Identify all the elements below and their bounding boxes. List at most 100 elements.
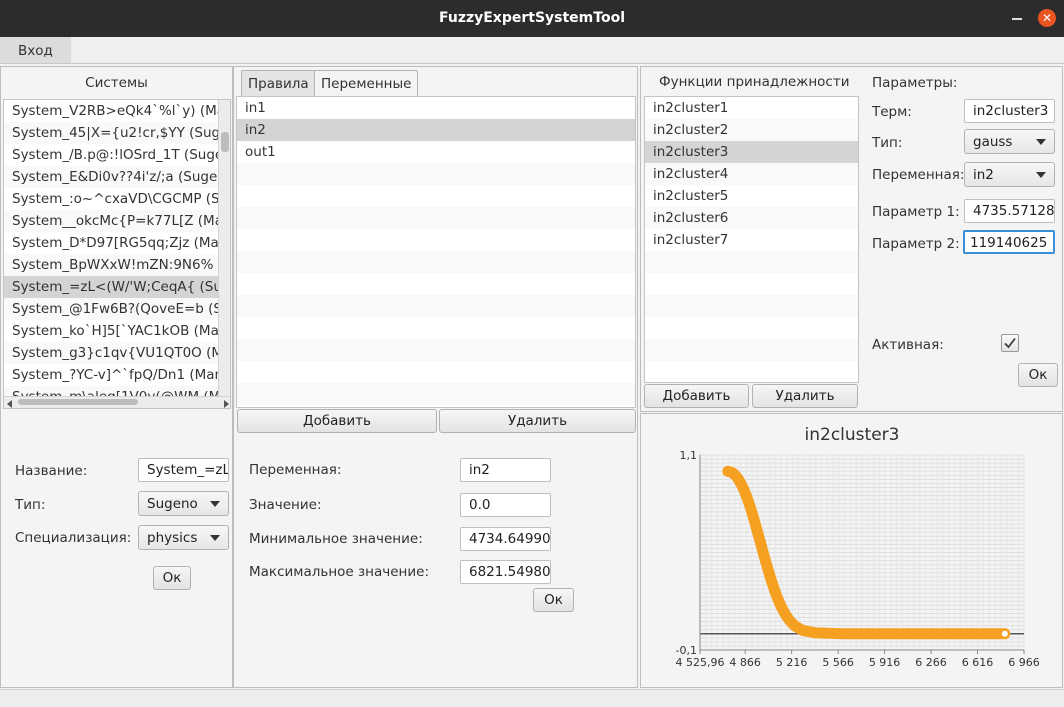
- membership-chart: in2cluster3 1,1-0,14 525,96 4 866 5 216 5 5…: [676, 425, 1040, 669]
- chevron-down-icon: [210, 501, 220, 507]
- variables-list-row: [237, 383, 635, 405]
- membership-list-row: [645, 339, 858, 361]
- variables-list-row[interactable]: out1: [237, 141, 635, 163]
- add-membership-button[interactable]: Добавить: [644, 384, 749, 408]
- membership-list-row[interactable]: in2cluster5: [645, 185, 858, 207]
- systems-list-row[interactable]: System_?YC-v]^`fpQ/Dn1 (Mam: [4, 364, 230, 386]
- systems-list-row[interactable]: System_ko`H]5[`YAC1kOB (Mar: [4, 320, 230, 342]
- term-input[interactable]: in2cluster3: [964, 99, 1055, 123]
- systems-panel: Системы System_V2RB>eQk4`%l`y) (Ma System…: [0, 66, 233, 688]
- variable-value-label: Значение:: [249, 497, 322, 513]
- systems-vscroll[interactable]: [218, 100, 230, 396]
- membership-list-row[interactable]: in2cluster4: [645, 163, 858, 185]
- param-variable-select[interactable]: in2: [964, 162, 1055, 187]
- systems-vscroll-thumb[interactable]: [221, 132, 229, 152]
- params-ok-button[interactable]: Ок: [1018, 363, 1058, 387]
- minimize-icon[interactable]: [1010, 10, 1024, 24]
- active-checkbox[interactable]: [1001, 334, 1019, 352]
- system-type-value: Sugeno: [147, 496, 198, 512]
- close-icon[interactable]: ✕: [1038, 9, 1056, 27]
- variables-list-row[interactable]: in1: [237, 97, 635, 119]
- param-type-label: Тип:: [872, 135, 903, 151]
- systems-list-row[interactable]: System_E&Di0v??4i'z/;a (Sugen: [4, 166, 230, 188]
- systems-list-row[interactable]: System_BpWXxW!mZN:9N6% (: [4, 254, 230, 276]
- variables-list-row: [237, 361, 635, 383]
- systems-hscroll-thumb[interactable]: [18, 399, 138, 405]
- delete-membership-button[interactable]: Удалить: [752, 384, 858, 408]
- menubar: Вход: [0, 37, 1064, 64]
- x-tick-label: 5 916: [869, 656, 901, 669]
- systems-list[interactable]: System_V2RB>eQk4`%l`y) (Ma System_45|X={u…: [3, 99, 231, 409]
- membership-list-row[interactable]: in2cluster7: [645, 229, 858, 251]
- systems-hscroll[interactable]: [4, 396, 230, 408]
- variables-list-row[interactable]: in2: [237, 119, 635, 141]
- x-tick-label: 6 616: [962, 656, 994, 669]
- param-variable-label: Переменная:: [872, 167, 965, 183]
- x-tick-label: 6 966: [1008, 656, 1040, 669]
- menu-login[interactable]: Вход: [0, 37, 71, 63]
- system-name-input[interactable]: System_=zL: [138, 458, 229, 482]
- system-spec-select[interactable]: physics: [138, 525, 229, 550]
- membership-list-row[interactable]: in2cluster6: [645, 207, 858, 229]
- systems-list-row[interactable]: System_45|X={u2!cr,$YY (Suge: [4, 122, 230, 144]
- param2-label: Параметр 2:: [872, 236, 960, 252]
- x-tick-label: 4 525,96: [676, 656, 725, 669]
- x-tick-label: 6 266: [915, 656, 947, 669]
- check-icon: [1004, 338, 1016, 349]
- membership-list-row[interactable]: in2cluster3: [645, 141, 858, 163]
- system-type-select[interactable]: Sugeno: [138, 491, 229, 516]
- add-variable-button[interactable]: Добавить: [237, 409, 437, 433]
- variable-min-label: Минимальное значение:: [249, 531, 423, 547]
- membership-list-row: [645, 273, 858, 295]
- y-tick-label: 1,1: [680, 449, 698, 462]
- membership-list-row: [645, 295, 858, 317]
- chevron-down-icon: [210, 535, 220, 541]
- term-label: Терм:: [872, 104, 912, 120]
- systems-list-row[interactable]: System_@1Fw6B?(QoveE=b (Su: [4, 298, 230, 320]
- systems-list-row[interactable]: System_/B.p@:!lOSrd_1T (Suge: [4, 144, 230, 166]
- systems-header: Системы: [85, 75, 148, 91]
- variable-min-input[interactable]: 4734.64990: [460, 527, 551, 551]
- systems-list-row[interactable]: System_V2RB>eQk4`%l`y) (Ma: [4, 100, 230, 122]
- variables-list-row: [237, 251, 635, 273]
- tab-rules[interactable]: Правила: [241, 70, 316, 96]
- systems-rows: System_V2RB>eQk4`%l`y) (Ma System_45|X={u…: [4, 100, 230, 408]
- params-header: Параметры:: [872, 75, 958, 91]
- variables-list-row: [237, 339, 635, 361]
- membership-list[interactable]: in2cluster1 in2cluster2 in2cluster3 in2clus…: [644, 96, 859, 383]
- chart-panel: in2cluster3 1,1 -0,1 4 525,96 4 866 5 216 5 5…: [640, 413, 1063, 688]
- variable-value-input[interactable]: 0.0: [460, 493, 551, 517]
- active-label: Активная:: [872, 337, 944, 353]
- param2-input[interactable]: 119140625: [963, 230, 1055, 254]
- systems-list-row[interactable]: System__okcMc{P=k77L[Z (Ma: [4, 210, 230, 232]
- variables-list-row: [237, 317, 635, 339]
- variables-list-row: [237, 207, 635, 229]
- variable-name-input[interactable]: in2: [460, 458, 551, 482]
- variables-list-row: [237, 273, 635, 295]
- systems-list-row[interactable]: System_=zL<(W/'W;CeqA{ (Sug: [4, 276, 230, 298]
- variables-list-row: [237, 185, 635, 207]
- variables-list[interactable]: in1 in2 out1: [236, 96, 636, 408]
- variable-ok-button[interactable]: Ок: [533, 588, 574, 612]
- membership-list-row[interactable]: in2cluster1: [645, 97, 858, 119]
- param1-input[interactable]: 4735.57128: [964, 199, 1055, 223]
- tab-variables[interactable]: Переменные: [314, 70, 419, 96]
- variable-max-input[interactable]: 6821.54980: [460, 560, 551, 584]
- param-type-select[interactable]: gauss: [964, 129, 1055, 154]
- systems-list-row[interactable]: System_g3}c1qv{VU1QT0O (M: [4, 342, 230, 364]
- scroll-left-icon[interactable]: [7, 400, 12, 408]
- system-ok-button[interactable]: Ок: [153, 566, 191, 590]
- systems-list-row[interactable]: System_D*D97[RG5qq;Zjz (Mar: [4, 232, 230, 254]
- delete-variable-button[interactable]: Удалить: [439, 409, 636, 433]
- variables-list-row: [237, 163, 635, 185]
- variables-panel: Правила Переменные in1 in2 out1 Добавить У…: [233, 66, 638, 688]
- membership-rows: in2cluster1 in2cluster2 in2cluster3 in2clus…: [645, 97, 858, 382]
- x-tick-label: 5 566: [822, 656, 854, 669]
- x-tick-label: 4 866: [729, 656, 761, 669]
- scroll-right-icon[interactable]: [224, 400, 229, 408]
- membership-header: Функции принадлежности: [659, 74, 850, 90]
- membership-list-row[interactable]: in2cluster2: [645, 119, 858, 141]
- param1-label: Параметр 1:: [872, 204, 960, 220]
- systems-list-row[interactable]: System_:o~^cxaVD\CGCMP (Su: [4, 188, 230, 210]
- param-variable-value: in2: [973, 167, 994, 183]
